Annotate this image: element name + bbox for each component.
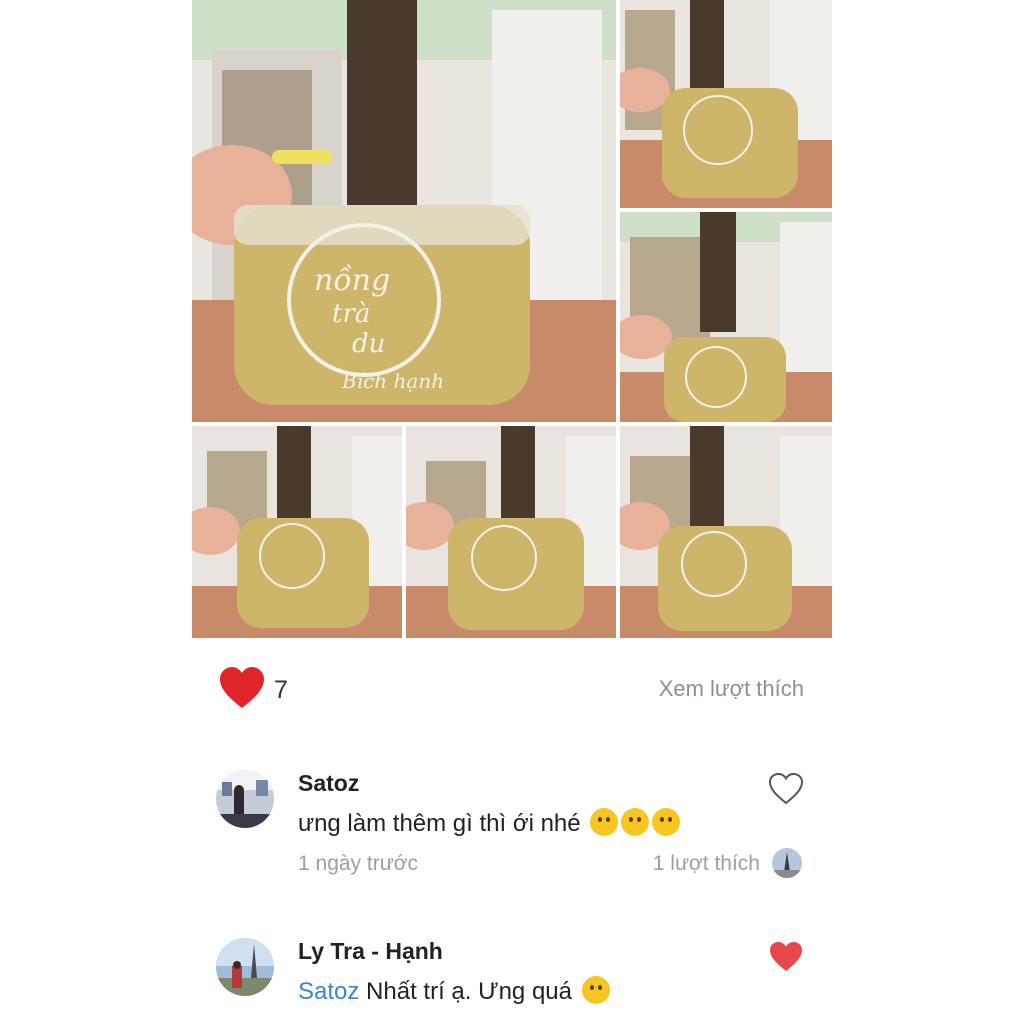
comment-body: Nhất trí ạ. Ưng quá bbox=[366, 978, 572, 1005]
like-count: 7 bbox=[274, 676, 288, 704]
svg-text:nồng: nồng bbox=[314, 263, 390, 298]
grinning-face-emoji bbox=[581, 976, 610, 1004]
photo-breathe-and-smile[interactable] bbox=[406, 426, 616, 638]
comment-author[interactable]: Ly Tra - Hạnh bbox=[298, 938, 443, 965]
photo-an-tru-image bbox=[192, 426, 402, 638]
smiling-face-with-hearts-emoji bbox=[652, 808, 681, 836]
heart-icon[interactable] bbox=[218, 666, 266, 710]
photo-the-way-out-image bbox=[620, 426, 832, 638]
photo-da-biet-image bbox=[620, 0, 832, 208]
svg-text:du: du bbox=[352, 329, 385, 359]
photo-nong-tra-du-image: nồng trà du Bích hạnh bbox=[192, 0, 616, 422]
photo-the-way-out[interactable] bbox=[620, 426, 832, 638]
avatar[interactable] bbox=[216, 938, 274, 996]
comment-time: 1 ngày trước bbox=[298, 852, 419, 875]
comment-item: Ly Tra - Hạnh Satoz Nhất trí ạ. Ưng quá bbox=[216, 938, 808, 1024]
svg-text:trà: trà bbox=[332, 299, 370, 329]
photo-nong-tra-du[interactable]: nồng trà du Bích hạnh bbox=[192, 0, 616, 422]
comment-author[interactable]: Satoz bbox=[298, 770, 359, 797]
see-likes-link[interactable]: Xem lượt thích bbox=[659, 676, 804, 702]
comment-text: Satoz Nhất trí ạ. Ưng quá bbox=[298, 976, 610, 1006]
mention-link[interactable]: Satoz bbox=[298, 978, 359, 1005]
comment-like-heart-icon[interactable] bbox=[768, 772, 804, 806]
comment-liked-heart-icon[interactable] bbox=[768, 940, 804, 974]
liker-avatar[interactable] bbox=[772, 848, 802, 878]
photo-da-biet[interactable] bbox=[620, 0, 832, 208]
comment-text: ưng làm thêm gì thì ới nhé bbox=[298, 808, 681, 838]
svg-text:Bích hạnh: Bích hạnh bbox=[341, 369, 444, 393]
smiling-face-with-hearts-emoji bbox=[621, 808, 650, 836]
comment-item: Satoz ưng làm thêm gì thì ới nhé 1 ngày … bbox=[216, 770, 808, 880]
photo-happiness-image bbox=[620, 212, 832, 422]
photo-breathe-and-smile-image bbox=[406, 426, 616, 638]
zany-face-emoji bbox=[590, 808, 619, 836]
photo-an-tru[interactable] bbox=[192, 426, 402, 638]
photo-happiness[interactable] bbox=[620, 212, 832, 422]
likes-row: 7 Xem lượt thích bbox=[218, 666, 808, 712]
comment-like-count[interactable]: 1 lượt thích bbox=[653, 852, 760, 876]
avatar[interactable] bbox=[216, 770, 274, 828]
comment-body: ưng làm thêm gì thì ới nhé bbox=[298, 810, 581, 837]
